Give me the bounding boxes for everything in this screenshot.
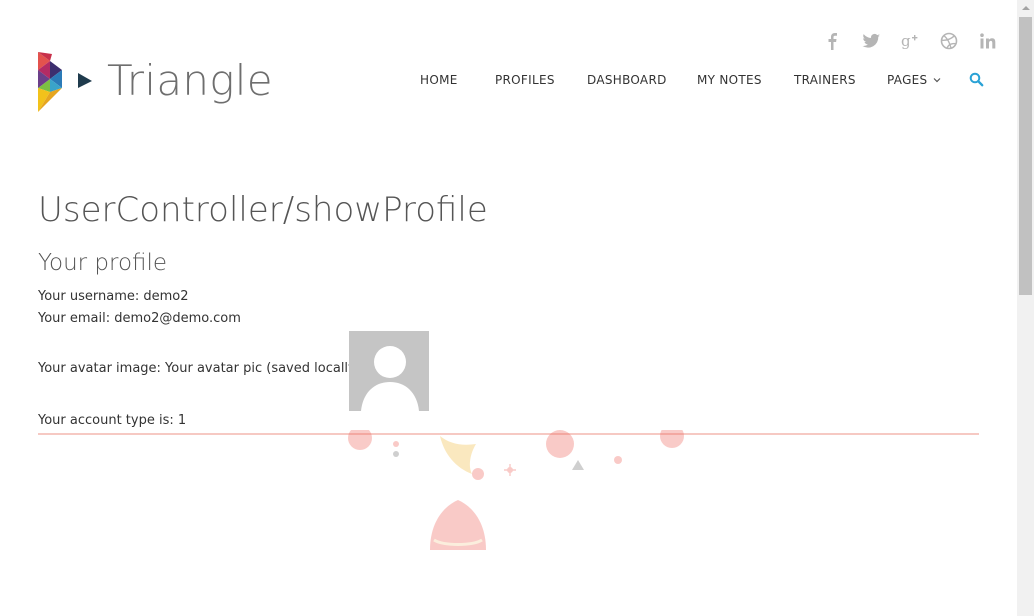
avatar	[349, 331, 429, 411]
nav-item-home[interactable]: HOME	[420, 73, 458, 87]
avatar-label: Your avatar image: Your avatar pic (save…	[38, 361, 366, 376]
page-title: UserController/showProfile	[38, 190, 488, 230]
email-line: Your email: demo2@demo.com	[38, 311, 241, 326]
svg-text:g: g	[901, 32, 911, 50]
facebook-icon[interactable]	[812, 30, 851, 52]
nav-label: DASHBOARD	[587, 73, 667, 87]
scroll-up-arrow-icon[interactable]	[1017, 0, 1034, 17]
nav-label: HOME	[420, 73, 458, 87]
nav-item-pages[interactable]: PAGES	[887, 73, 941, 87]
nav-item-my-notes[interactable]: MY NOTES	[697, 73, 762, 87]
nav-item-dashboard[interactable]: DASHBOARD	[587, 73, 667, 87]
nav-label: TRAINERS	[794, 73, 856, 87]
account-type-line: Your account type is: 1	[38, 413, 187, 428]
username-line: Your username: demo2	[38, 289, 189, 304]
search-button[interactable]	[969, 72, 984, 91]
page: g Triangle HOME PROFILES DASHBOARD MY NO…	[0, 0, 1017, 616]
search-icon	[969, 72, 984, 91]
linkedin-icon[interactable]	[968, 30, 1007, 52]
nav-label: PAGES	[887, 73, 928, 87]
section-title: Your profile	[38, 250, 168, 276]
google-plus-icon[interactable]: g	[890, 30, 929, 52]
logo-mark	[38, 52, 92, 112]
nav-item-profiles[interactable]: PROFILES	[495, 73, 555, 87]
scroll-thumb[interactable]	[1019, 17, 1032, 295]
chevron-down-icon	[933, 76, 941, 86]
default-avatar-icon	[349, 331, 429, 411]
nav-label: PROFILES	[495, 73, 555, 87]
nav-item-trainers[interactable]: TRAINERS	[794, 73, 856, 87]
brand-name[interactable]: Triangle	[107, 56, 273, 105]
vertical-scrollbar[interactable]	[1017, 0, 1034, 616]
nav-label: MY NOTES	[697, 73, 762, 87]
twitter-icon[interactable]	[851, 30, 890, 52]
decorative-illustration	[348, 430, 684, 550]
dribbble-icon[interactable]	[929, 30, 968, 52]
logo[interactable]	[38, 50, 94, 112]
social-links: g	[812, 30, 1007, 52]
